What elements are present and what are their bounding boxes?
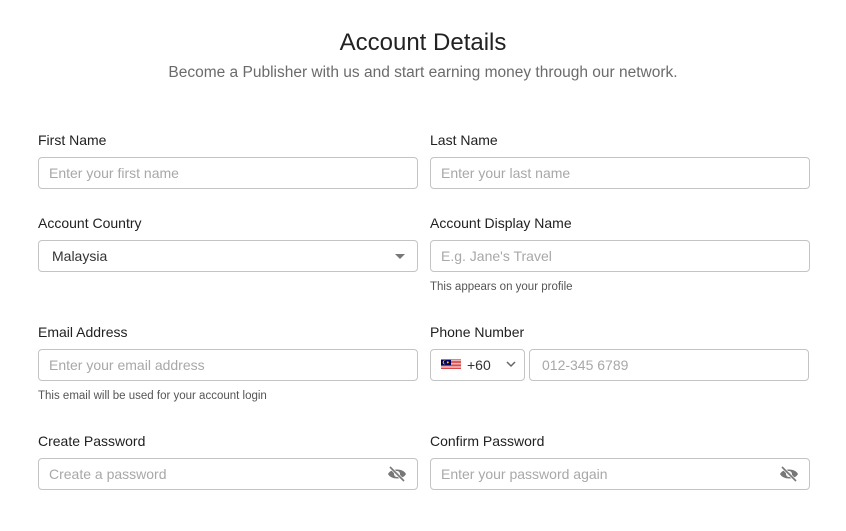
last-name-label: Last Name — [430, 132, 498, 148]
display-name-field: Account Display Name E.g. Jane's Travel … — [430, 213, 810, 293]
last-name-input[interactable]: Enter your last name — [430, 157, 810, 189]
confirm-password-field: Confirm Password Enter your password aga… — [430, 431, 810, 490]
phone-label: Phone Number — [430, 324, 525, 340]
account-country-select[interactable]: Malaysia — [38, 240, 418, 272]
confirm-password-label: Confirm Password — [430, 433, 545, 449]
malaysia-flag-icon — [441, 359, 461, 370]
caret-down-icon — [395, 254, 405, 259]
phone-input[interactable]: 012-345 6789 — [529, 349, 809, 381]
display-name-placeholder: E.g. Jane's Travel — [441, 248, 552, 264]
confirm-password-input[interactable]: Enter your password again — [430, 458, 810, 490]
first-name-label: First Name — [38, 132, 107, 148]
page-subtitle: Become a Publisher with us and start ear… — [168, 64, 678, 81]
phone-field: Phone Number +60 012-345 6789 — [430, 322, 810, 381]
email-label: Email Address — [38, 324, 128, 340]
confirm-password-placeholder: Enter your password again — [441, 466, 608, 482]
password-placeholder: Create a password — [49, 466, 167, 482]
email-input[interactable]: Enter your email address — [38, 349, 418, 381]
eye-slash-icon[interactable] — [779, 466, 799, 482]
password-field: Create Password Create a password — [38, 431, 418, 490]
first-name-input[interactable]: Enter your first name — [38, 157, 418, 189]
country-code-value: +60 — [467, 357, 491, 373]
last-name-placeholder: Enter your last name — [441, 165, 571, 181]
email-help: This email will be used for your account… — [38, 390, 267, 402]
chevron-down-icon — [506, 361, 516, 368]
email-field: Email Address Enter your email address T… — [38, 322, 418, 402]
account-country-field: Account Country Malaysia — [38, 213, 418, 272]
account-country-value: Malaysia — [52, 248, 108, 264]
display-name-help: This appears on your profile — [430, 281, 573, 293]
first-name-field: First Name Enter your first name — [38, 130, 418, 189]
display-name-input[interactable]: E.g. Jane's Travel — [430, 240, 810, 272]
account-country-label: Account Country — [38, 215, 142, 231]
email-placeholder: Enter your email address — [49, 357, 205, 373]
phone-placeholder: 012-345 6789 — [542, 357, 629, 373]
first-name-placeholder: Enter your first name — [49, 165, 179, 181]
password-input[interactable]: Create a password — [38, 458, 418, 490]
eye-slash-icon[interactable] — [387, 466, 407, 482]
country-code-select[interactable]: +60 — [430, 349, 525, 381]
password-label: Create Password — [38, 433, 146, 449]
last-name-field: Last Name Enter your last name — [430, 130, 810, 189]
display-name-label: Account Display Name — [430, 215, 572, 231]
page-title: Account Details — [339, 29, 507, 56]
